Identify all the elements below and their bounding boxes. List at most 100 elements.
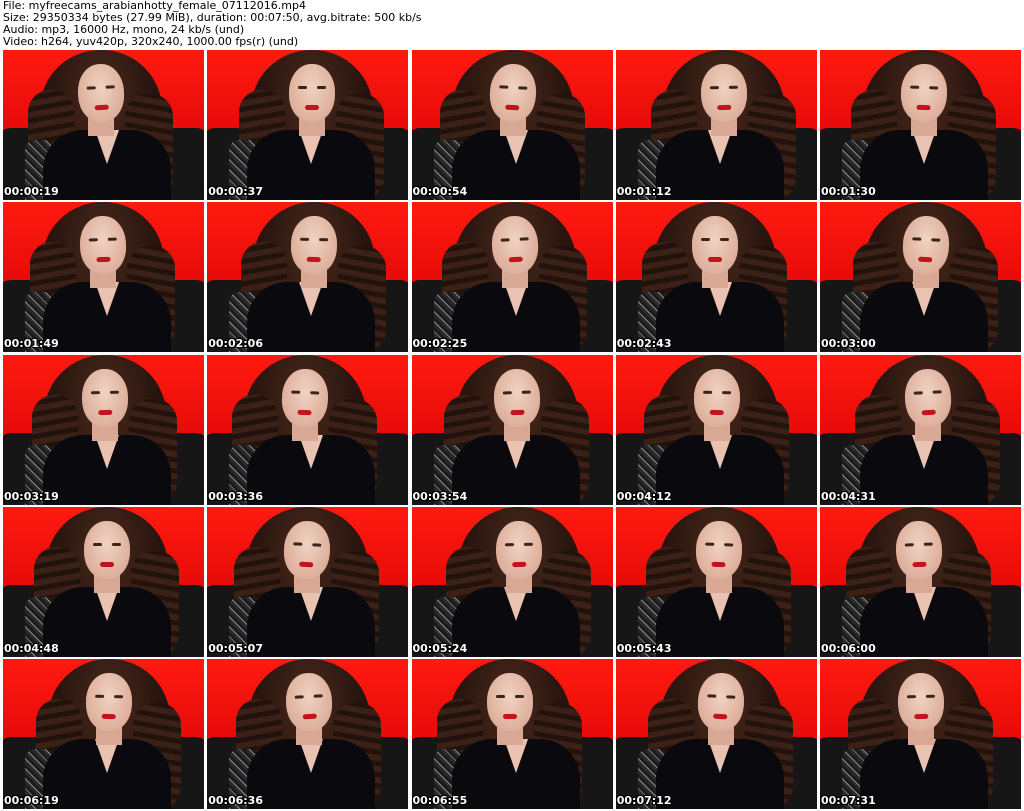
- right-eye: [923, 542, 933, 546]
- thumbnail-timestamp: 00:01:30: [821, 185, 876, 198]
- video-thumbnail: 00:07:31: [820, 659, 1021, 809]
- thumbnail-timestamp: 00:05:07: [208, 641, 263, 655]
- face: [693, 368, 741, 427]
- red-lips: [707, 257, 722, 263]
- right-eye: [521, 390, 531, 394]
- left-eye: [704, 542, 714, 546]
- black-top: [860, 282, 988, 353]
- face: [900, 63, 948, 123]
- red-lips: [101, 713, 116, 720]
- thumbnail-timestamp: 00:03:19: [4, 489, 59, 503]
- face: [691, 216, 738, 275]
- black-top: [451, 739, 580, 809]
- left-eye: [86, 86, 96, 90]
- black-top: [655, 739, 784, 809]
- video-thumbnail: 00:06:55: [411, 659, 613, 809]
- left-eye: [291, 390, 301, 394]
- face: [700, 63, 748, 123]
- red-lips: [100, 561, 114, 567]
- red-lips: [711, 561, 726, 567]
- black-top: [655, 130, 784, 200]
- left-eye: [300, 238, 310, 242]
- thumbnail-timestamp: 00:06:00: [821, 641, 876, 655]
- thumbnail-timestamp: 00:04:31: [821, 489, 876, 503]
- left-eye: [294, 695, 305, 699]
- thumbnail-timestamp: 00:03:36: [208, 489, 263, 503]
- thumbnail-timestamp: 00:06:55: [412, 794, 468, 807]
- red-lips: [918, 256, 933, 263]
- thumbnail-timestamp: 00:02:43: [616, 337, 672, 351]
- red-lips: [305, 105, 320, 110]
- left-eye: [906, 695, 916, 699]
- face: [486, 673, 533, 731]
- video-thumbnail: 00:00:37: [207, 50, 409, 200]
- video-thumbnail: 00:04:48: [3, 506, 204, 657]
- left-eye: [709, 86, 719, 90]
- red-lips: [709, 409, 724, 415]
- video-info-line: Video: h264, yuv420p, 320x240, 1000.00 f…: [3, 35, 299, 48]
- face: [79, 215, 127, 276]
- black-top: [451, 434, 580, 505]
- black-top: [43, 282, 171, 353]
- thumbnail-timestamp: 00:02:25: [412, 337, 468, 351]
- face: [492, 367, 541, 428]
- video-thumbnail: 00:07:12: [615, 659, 817, 809]
- red-lips: [96, 256, 111, 263]
- right-eye: [317, 86, 327, 89]
- red-lips: [916, 104, 931, 111]
- thumbnail-timestamp: 00:06:36: [208, 794, 263, 807]
- left-eye: [500, 238, 510, 242]
- thumbnail-timestamp: 00:03:00: [821, 337, 876, 351]
- video-thumbnail: 00:05:24: [411, 506, 613, 657]
- video-thumbnail: 00:03:19: [3, 354, 204, 505]
- black-top: [247, 739, 376, 809]
- red-lips: [712, 713, 728, 720]
- black-top: [247, 282, 376, 353]
- thumbnail-timestamp: 00:02:06: [208, 337, 263, 351]
- thumbnail-timestamp: 00:00:54: [412, 185, 468, 198]
- red-lips: [509, 409, 525, 415]
- thumbnail-timestamp: 00:01:49: [4, 337, 59, 351]
- right-eye: [932, 389, 942, 394]
- face: [85, 672, 133, 732]
- left-eye: [700, 238, 710, 242]
- red-lips: [716, 104, 732, 111]
- black-top: [43, 130, 171, 200]
- right-eye: [312, 543, 322, 547]
- video-thumbnail: 00:03:00: [820, 202, 1021, 353]
- right-eye: [721, 390, 731, 394]
- right-eye: [519, 237, 529, 241]
- video-thumbnail: 00:00:54: [411, 50, 613, 200]
- thumbnail-grid: 00:00:19 00:00:37 00:00:54 00:01:12 00:01:30…: [3, 50, 1021, 809]
- video-thumbnail: 00:00:19: [3, 50, 204, 200]
- video-thumbnail: 00:06:00: [820, 506, 1021, 657]
- face: [895, 519, 943, 580]
- left-eye: [93, 542, 102, 546]
- thumbnail-timestamp: 00:01:12: [616, 185, 672, 198]
- black-top: [860, 586, 988, 657]
- black-top: [247, 130, 376, 200]
- right-eye: [112, 542, 121, 546]
- right-eye: [109, 390, 119, 394]
- face: [494, 520, 543, 580]
- red-lips: [912, 561, 927, 567]
- left-eye: [298, 86, 308, 89]
- face: [290, 215, 338, 275]
- video-thumbnail: 00:01:49: [3, 202, 204, 353]
- black-top: [860, 130, 988, 200]
- red-lips: [511, 561, 526, 567]
- face: [81, 368, 129, 427]
- video-thumbnail: 00:04:12: [615, 354, 817, 505]
- thumbnail-timestamp: 00:04:48: [4, 641, 59, 655]
- video-thumbnail: 00:03:54: [411, 354, 613, 505]
- black-top: [43, 739, 171, 809]
- right-eye: [925, 694, 935, 698]
- red-lips: [502, 714, 517, 719]
- left-eye: [502, 390, 512, 394]
- video-thumbnail: 00:02:25: [411, 202, 613, 353]
- black-top: [451, 130, 580, 200]
- right-eye: [723, 542, 733, 547]
- face: [289, 64, 336, 122]
- thumbnail-timestamp: 00:03:54: [412, 489, 468, 503]
- red-lips: [302, 713, 318, 720]
